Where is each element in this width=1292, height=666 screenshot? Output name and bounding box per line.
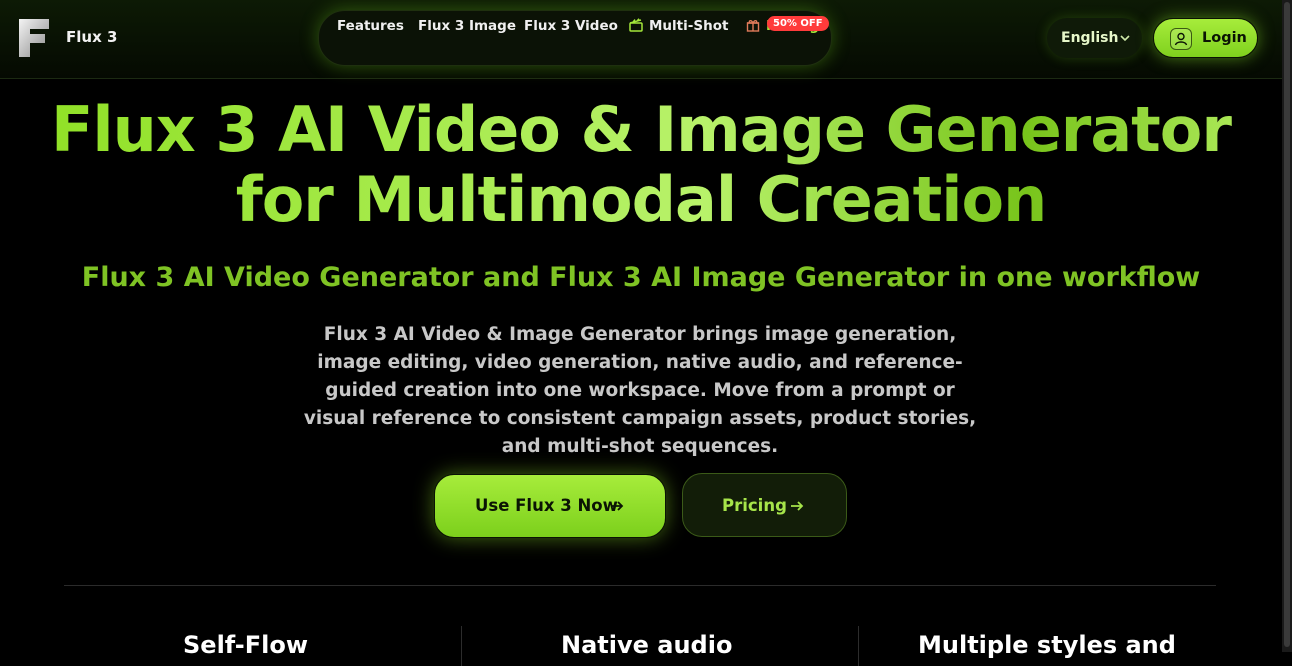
clapperboard-icon [629, 18, 643, 32]
nav-item-features[interactable]: Features [337, 18, 404, 34]
nav-item-flux-3-video[interactable]: Flux 3 Video [524, 18, 618, 34]
feature-heading-multiple-styles: Multiple styles and [918, 631, 1176, 659]
use-flux-3-now-button[interactable]: Use Flux 3 Now [434, 474, 666, 538]
arrow-right-icon [611, 501, 624, 511]
nav-item-multi-shot-label: Multi-Shot [649, 18, 729, 34]
hero-description: Flux 3 AI Video & Image Generator brings… [303, 324, 977, 457]
hero-title-line-1: Flux 3 AI Video & Image Generator [51, 93, 1231, 166]
hero-title: Flux 3 AI Video & Image Generator for Mu… [0, 95, 1282, 235]
hero-title-line-2: for Multimodal Creation [235, 163, 1047, 236]
arrow-right-icon [791, 501, 804, 511]
column-divider [858, 626, 859, 666]
chevron-down-icon [1120, 35, 1130, 42]
section-divider [64, 585, 1216, 586]
discount-badge: 50% OFF [767, 16, 829, 31]
language-selector[interactable]: English [1047, 18, 1142, 58]
login-label: Login [1202, 30, 1247, 46]
column-divider [461, 626, 462, 666]
feature-heading-self-flow: Self-Flow [183, 631, 309, 659]
flux-logo-icon[interactable] [17, 17, 51, 59]
brand-name[interactable]: Flux 3 [66, 28, 117, 46]
site-header: Flux 3 Features Flux 3 Image Flux 3 Vide… [0, 0, 1282, 79]
use-flux-3-now-label: Use Flux 3 Now [475, 496, 618, 515]
user-icon [1170, 28, 1192, 50]
pricing-button[interactable]: Pricing [682, 473, 847, 537]
scrollbar-thumb[interactable] [1284, 2, 1290, 647]
login-button[interactable]: Login [1153, 18, 1258, 58]
nav-item-flux-3-image[interactable]: Flux 3 Image [418, 18, 516, 34]
pricing-button-label: Pricing [722, 496, 787, 515]
language-label: English [1061, 30, 1119, 46]
hero-subtitle: Flux 3 AI Video Generator and Flux 3 AI … [81, 262, 1201, 293]
feature-heading-native-audio: Native audio [561, 631, 733, 659]
nav-item-multi-shot[interactable]: Multi-Shot [629, 18, 728, 34]
gift-icon [746, 20, 760, 32]
